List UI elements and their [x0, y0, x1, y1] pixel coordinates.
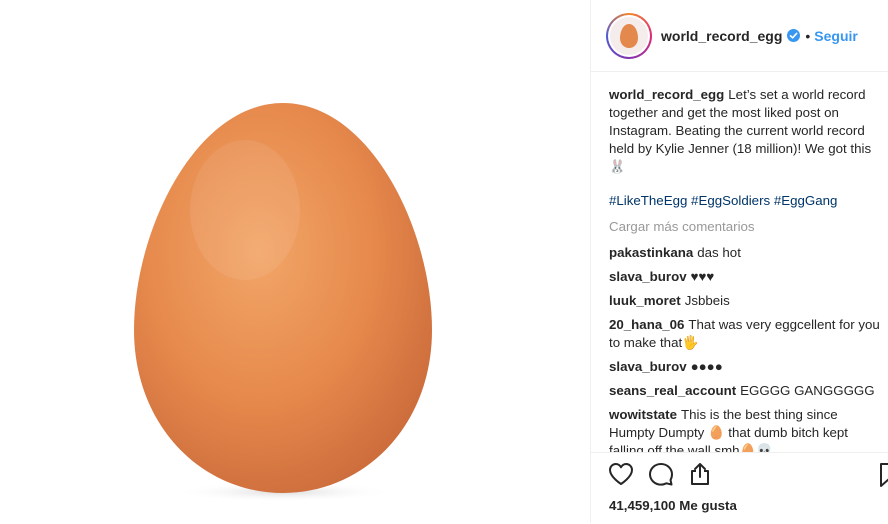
comment-text: Jsbbeis	[684, 293, 730, 308]
likes-count[interactable]: 41,459,100 Me gusta	[609, 498, 737, 513]
post-caption: world_record_egg Let’s set a world record…	[609, 86, 884, 176]
avatar-egg-image	[610, 16, 648, 55]
comment-bubble-icon[interactable]	[648, 462, 674, 486]
post-side-panel: world_record_egg • Seguir world_record_e…	[590, 0, 888, 523]
comment-username[interactable]: slava_burov	[609, 359, 687, 374]
avatar[interactable]	[606, 12, 652, 59]
post-media[interactable]	[0, 0, 590, 523]
action-icons	[608, 462, 712, 486]
comment-item: luuk_moret Jsbbeis	[609, 292, 884, 310]
bookmark-icon[interactable]	[879, 462, 888, 493]
avatar-frame	[608, 14, 650, 57]
load-more-comments-button[interactable]: Cargar más comentarios	[609, 218, 884, 236]
egg-avatar-icon	[620, 23, 638, 48]
caption-username[interactable]: world_record_egg	[609, 87, 724, 102]
comment-text: das hot	[697, 245, 741, 260]
comment-username[interactable]: slava_burov	[609, 269, 687, 284]
comment-item: pakastinkana das hot	[609, 244, 884, 262]
comment-username[interactable]: wowitstate	[609, 407, 677, 422]
comment-text: ●●●●	[690, 359, 723, 374]
comment-username[interactable]: 20_hana_06	[609, 317, 684, 332]
comment-item: slava_burov ♥♥♥	[609, 268, 884, 286]
comment-item: wowitstate This is the best thing since H…	[609, 406, 884, 452]
comment-text: ♥♥♥	[690, 269, 715, 284]
header-text: world_record_egg • Seguir	[661, 28, 858, 44]
comments-list[interactable]: world_record_egg Let’s set a world record…	[609, 86, 884, 452]
heart-icon[interactable]	[608, 462, 634, 486]
comment-username[interactable]: seans_real_account	[609, 383, 736, 398]
comment-item: 20_hana_06 That was very eggcellent for y…	[609, 316, 884, 352]
comment-item: seans_real_account EGGGG GANGGGGG	[609, 382, 884, 400]
egg-photo	[134, 103, 432, 502]
comment-text: EGGGG GANGGGGG	[740, 383, 875, 398]
comment-username[interactable]: pakastinkana	[609, 245, 693, 260]
header-username[interactable]: world_record_egg	[661, 28, 782, 44]
comment-item: slava_burov ●●●●	[609, 358, 884, 376]
caption-hashtags[interactable]: #LikeTheEgg #EggSoldiers #EggGang	[609, 192, 884, 210]
post-actions: 41,459,100 Me gusta	[591, 452, 888, 524]
post-header: world_record_egg • Seguir	[591, 0, 888, 72]
follow-button[interactable]: Seguir	[814, 28, 858, 44]
share-icon[interactable]	[688, 462, 712, 486]
verified-badge-icon	[787, 29, 801, 42]
comment-username[interactable]: luuk_moret	[609, 293, 681, 308]
header-separator: •	[805, 27, 811, 44]
